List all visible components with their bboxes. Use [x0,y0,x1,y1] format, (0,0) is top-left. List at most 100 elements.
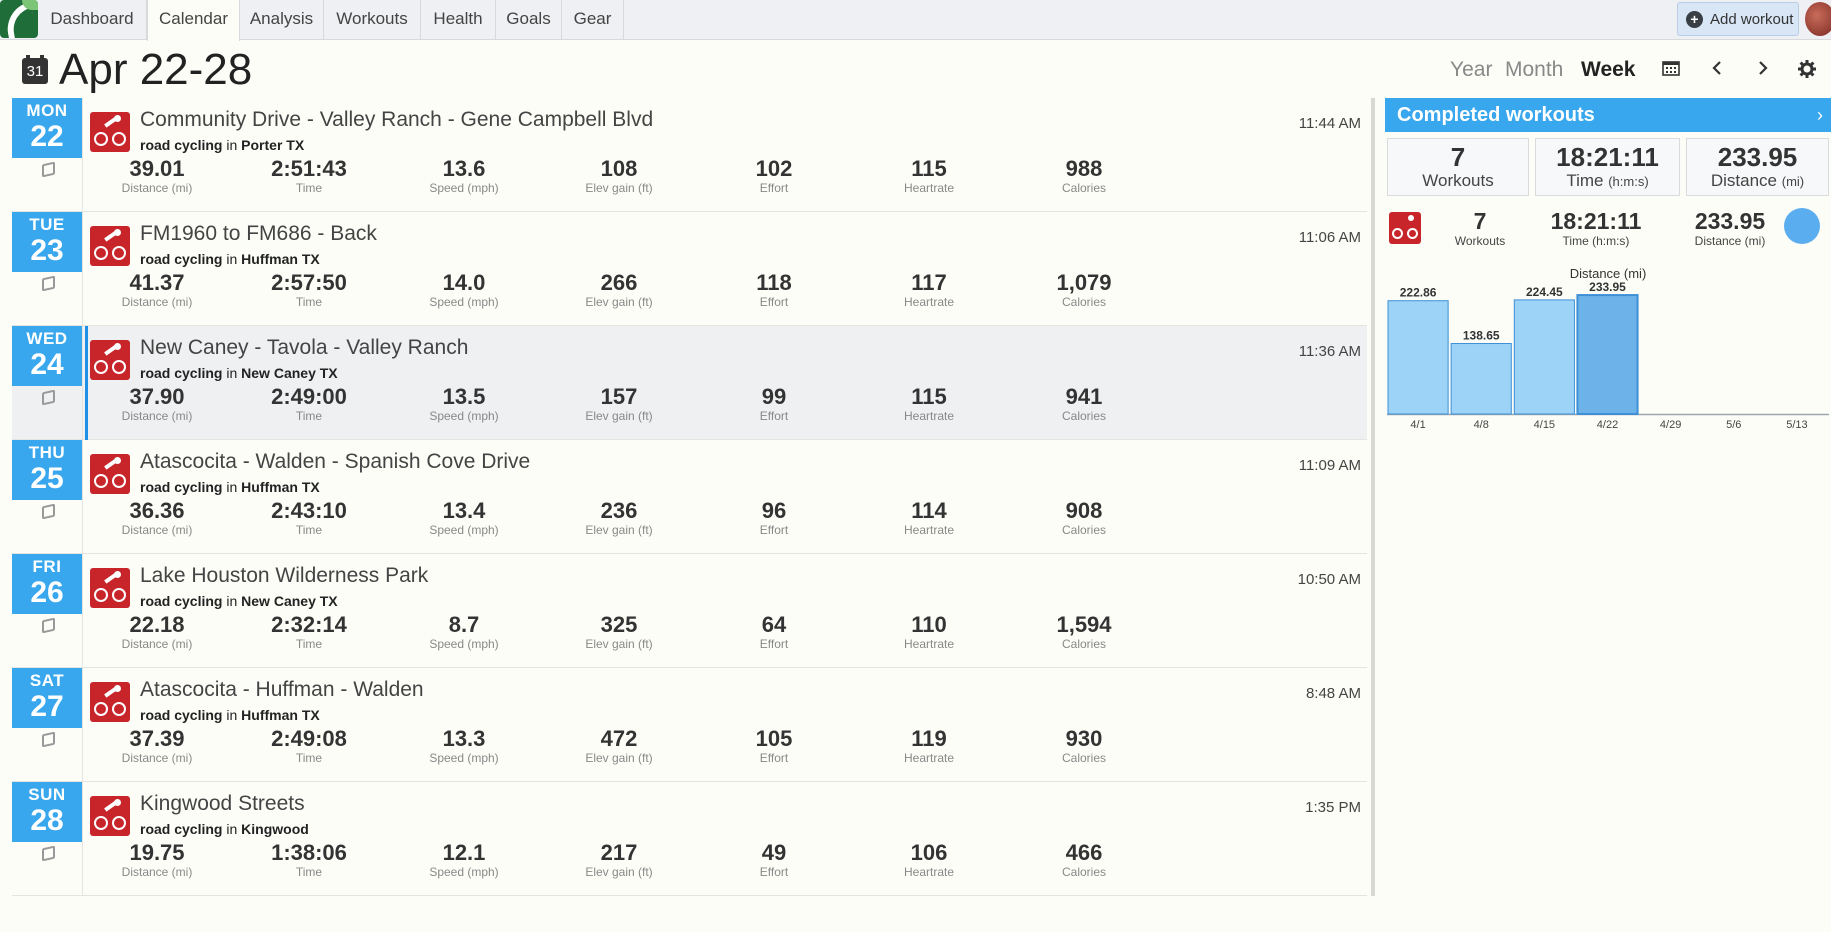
view-year[interactable]: Year [1450,58,1492,82]
bar-4/1[interactable] [1387,300,1449,415]
workout-stat: 1:38:06 Time [234,840,384,879]
workout-row[interactable]: WED 24 New Caney - Tavola - Valley Ranch ro… [12,326,1367,440]
stat-value: 37.90 [129,384,185,409]
add-note-icon[interactable] [42,845,55,862]
stat-value: 2:49:08 [271,726,347,751]
day-badge[interactable]: SUN 28 [12,782,82,842]
bar-4/15[interactable] [1513,299,1575,415]
workout-subtitle: road cycling in Porter TX [140,137,304,153]
workout-stat: 119 Heartrate [854,726,1004,765]
view-week[interactable]: Week [1581,58,1635,82]
add-note-icon[interactable] [42,275,55,292]
workout-row[interactable]: SAT 27 Atascocita - Huffman - Walden road c… [12,668,1367,782]
bar-value-label: 222.86 [1400,286,1437,300]
calendar-icon[interactable]: 31 [22,55,48,84]
workout-subtitle: road cycling in New Caney TX [140,593,338,609]
workout-location: Huffman TX [241,479,320,495]
workout-stat: 64 Effort [699,612,849,651]
road-cycling-icon [90,454,130,494]
workout-location: Huffman TX [241,707,320,723]
stat-label: Time [295,409,323,423]
summary-label: Workouts [1422,171,1494,190]
tab-health[interactable]: Health [421,0,496,40]
avatar[interactable] [1805,2,1831,36]
workout-stat: 19.75 Distance (mi) [82,840,232,879]
workout-stat: 236 Elev gain (ft) [544,498,694,537]
workout-title[interactable]: FM1960 to FM686 - Back [140,222,377,246]
stat-value: 325 [600,612,638,637]
stat-label: Effort [759,751,789,765]
completed-workouts-header[interactable]: Completed workouts › [1385,98,1831,132]
tab-calendar[interactable]: Calendar [147,0,240,41]
day-badge[interactable]: THU 25 [12,440,82,500]
day-badge[interactable]: WED 24 [12,326,82,386]
stat-value: 102 [755,156,793,181]
stat-value: 108 [600,156,638,181]
add-note-icon[interactable] [42,389,55,406]
series-color-dot[interactable] [1784,208,1820,244]
gear-icon[interactable] [1797,60,1817,80]
day-badge[interactable]: TUE 23 [12,212,82,272]
workout-stat: 217 Elev gain (ft) [544,840,694,879]
add-note-icon[interactable] [42,731,55,748]
list-scrollbar[interactable] [1371,98,1375,896]
bar-4/22[interactable] [1576,294,1639,415]
workout-row[interactable]: MON 22 Community Drive - Valley Ranch - Ge… [12,98,1367,212]
calendar-picker-icon[interactable] [1661,60,1681,80]
tab-gear[interactable]: Gear [562,0,624,40]
tab-dashboard[interactable]: Dashboard [38,0,147,40]
chevron-right-icon[interactable] [1753,60,1773,80]
workout-title[interactable]: Community Drive - Valley Ranch - Gene Ca… [140,108,653,132]
workout-row[interactable]: TUE 23 FM1960 to FM686 - Back road cycling … [12,212,1367,326]
workout-title[interactable]: Atascocita - Walden - Spanish Cove Drive [140,450,530,474]
day-badge[interactable]: SAT 27 [12,668,82,728]
stat-label: Effort [759,865,789,879]
stat-value: 64 [761,612,787,637]
stat-label: Elev gain (ft) [585,181,653,195]
road-cycling-icon [90,340,130,380]
day-badge[interactable]: FRI 26 [12,554,82,614]
summary-value: 7 [1450,142,1466,172]
workout-title[interactable]: New Caney - Tavola - Valley Ranch [140,336,468,360]
app-logo[interactable] [0,0,38,38]
stat-value: 13.3 [442,726,486,751]
stat-label: Calories [1061,181,1106,195]
workout-row[interactable]: FRI 26 Lake Houston Wilderness Park road cy… [12,554,1367,668]
workout-time: 10:50 AM [1297,571,1361,588]
add-note-icon[interactable] [42,161,55,178]
stat-value: 117 [911,270,947,295]
summary-distance: 233.95 Distance (mi) [1686,138,1829,196]
workout-stat: 2:49:08 Time [234,726,384,765]
stat-label: Calories [1061,295,1106,309]
day-badge[interactable]: MON 22 [12,98,82,158]
stat-label: Heartrate [903,637,955,651]
workout-title[interactable]: Atascocita - Huffman - Walden [140,678,424,702]
bar-4/8[interactable] [1450,343,1512,415]
workout-title[interactable]: Kingwood Streets [140,792,305,816]
workout-stat: 1,594 Calories [1009,612,1159,651]
add-note-icon[interactable] [42,503,55,520]
add-workout-button[interactable]: + Add workout [1677,2,1799,36]
add-note-icon[interactable] [42,617,55,634]
stat-label: Time [295,295,323,309]
stat-label: Speed (mph) [429,295,499,309]
chevron-left-icon[interactable] [1707,60,1727,80]
stat-value: 19.75 [129,840,185,865]
stat-label: Distance (mi) [121,181,193,195]
workout-stat: 115 Heartrate [854,384,1004,423]
tab-goals[interactable]: Goals [496,0,562,40]
workout-title[interactable]: Lake Houston Wilderness Park [140,564,428,588]
tab-workouts[interactable]: Workouts [324,0,421,40]
workout-in: in [226,365,238,381]
workout-subtitle: road cycling in Huffman TX [140,479,320,495]
workout-stat: 13.5 Speed (mph) [389,384,539,423]
x-tick-label: 4/22 [1597,419,1618,431]
sport-stat-label: Distance (mi) [1694,234,1766,248]
workout-row[interactable]: THU 25 Atascocita - Walden - Spanish Cove … [12,440,1367,554]
tab-analysis[interactable]: Analysis [240,0,324,40]
summary-value: 18:21:11 [1556,142,1659,172]
view-month[interactable]: Month [1505,58,1563,82]
workout-stat: 1,079 Calories [1009,270,1159,309]
chevron-right-icon[interactable]: › [1817,98,1823,132]
workout-row[interactable]: SUN 28 Kingwood Streets road cycling in Kin… [12,782,1367,896]
